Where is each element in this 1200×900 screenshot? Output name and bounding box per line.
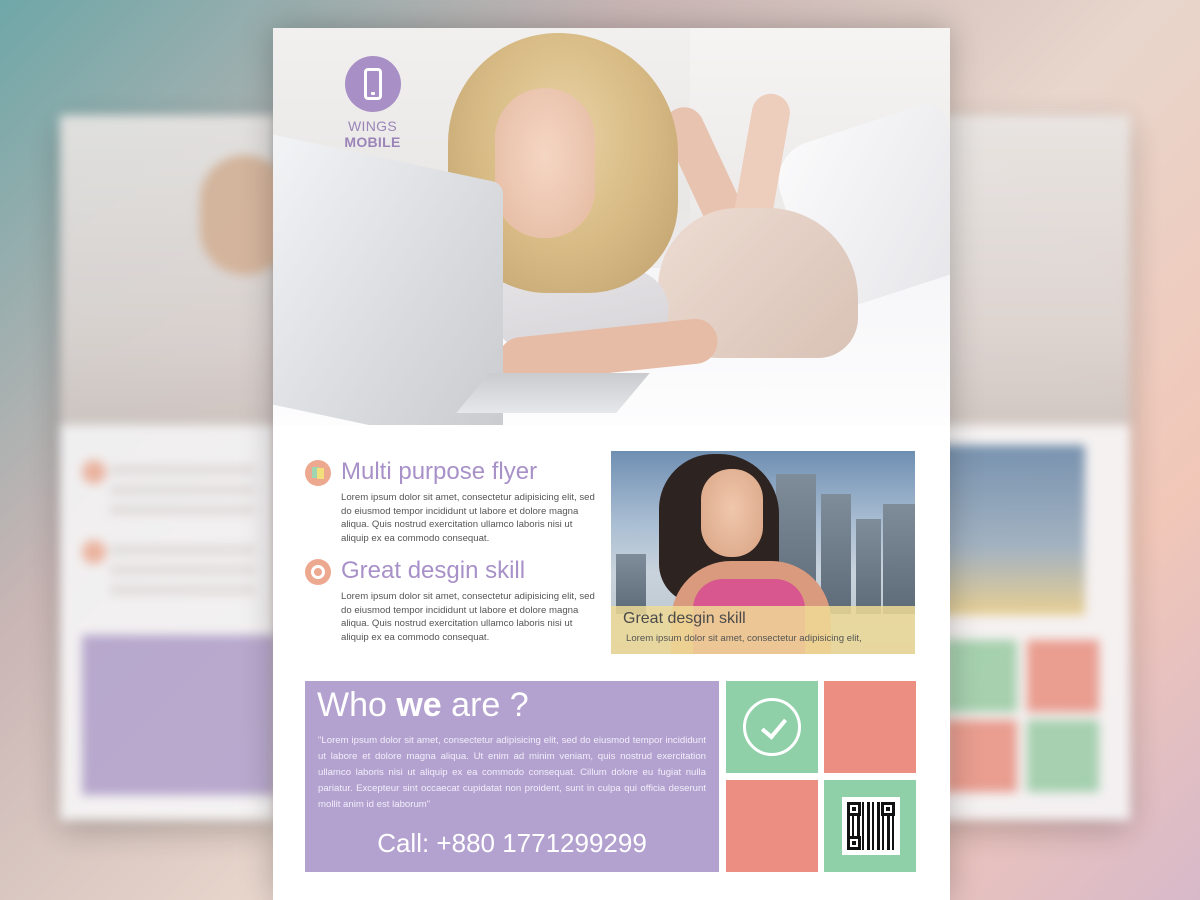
- laptop-base: [456, 373, 650, 413]
- brand-logo: WINGS MOBILE: [320, 56, 425, 150]
- background-tile: [1027, 640, 1099, 712]
- background-text-line: [110, 565, 255, 575]
- who-title-post: are ?: [441, 686, 529, 724]
- qr-tile: [824, 780, 916, 872]
- coral-tile: [726, 780, 818, 872]
- city-photo: Great desgin skill Lorem ipsum dolor sit…: [611, 451, 915, 654]
- coral-tile: [824, 681, 916, 773]
- background-text-line: [110, 545, 255, 555]
- caption-title: Great desgin skill: [623, 610, 746, 627]
- hero-face: [495, 88, 595, 238]
- background-bullet: [82, 460, 106, 484]
- who-title-pre: Who: [317, 686, 397, 724]
- feature-text: Lorem ipsum dolor sit amet, consectetur …: [341, 591, 595, 643]
- brand-name-bold: MOBILE: [344, 134, 401, 150]
- check-icon: [743, 698, 801, 756]
- feature-text: Lorem ipsum dolor sit amet, consectetur …: [341, 492, 595, 544]
- background-flyer-right: [935, 115, 1130, 820]
- who-title: Who we are ?: [317, 686, 529, 725]
- color-swatch-icon: [305, 460, 331, 486]
- building: [616, 554, 646, 614]
- phone-icon: [363, 68, 382, 100]
- flyer: WINGS MOBILE Multi purpose flyer Lorem i…: [273, 28, 950, 900]
- who-text: "Lorem ipsum dolor sit amet, consectetur…: [318, 735, 706, 810]
- building: [883, 504, 915, 614]
- call-number: Call: +880 1771299299: [377, 828, 647, 858]
- background-tile: [945, 720, 1017, 792]
- caption-text: Lorem ipsum dolor sit amet, consectetur …: [626, 633, 862, 644]
- background-photo: [60, 115, 290, 425]
- background-tile: [1027, 720, 1099, 792]
- background-text-line: [110, 505, 255, 515]
- check-tile: [726, 681, 818, 773]
- who-title-bold: we: [396, 686, 442, 724]
- woman-face: [701, 469, 763, 557]
- who-we-are-panel: Who we are ? "Lorem ipsum dolor sit amet…: [305, 681, 719, 872]
- background-bullet: [82, 540, 106, 564]
- background-text-line: [110, 485, 255, 495]
- background-photo-2: [935, 445, 1085, 615]
- qr-code-icon: [842, 797, 900, 855]
- building: [856, 519, 881, 614]
- background-flyer-left: [60, 115, 290, 820]
- background-purple-panel: [82, 635, 275, 795]
- feature-title: Great desgin skill: [341, 557, 526, 584]
- background-text-line: [110, 465, 255, 475]
- ring-icon: [305, 559, 331, 585]
- hero-photo: WINGS MOBILE: [273, 28, 950, 425]
- background-tile: [945, 640, 1017, 712]
- brand-name-light: WINGS: [348, 118, 397, 134]
- logo-circle: [344, 56, 401, 112]
- feature-title: Multi purpose flyer: [341, 458, 538, 485]
- background-photo: [935, 115, 1130, 425]
- brand-name: WINGS MOBILE: [320, 118, 425, 150]
- background-text-line: [110, 585, 255, 595]
- laptop-lid: [273, 132, 503, 425]
